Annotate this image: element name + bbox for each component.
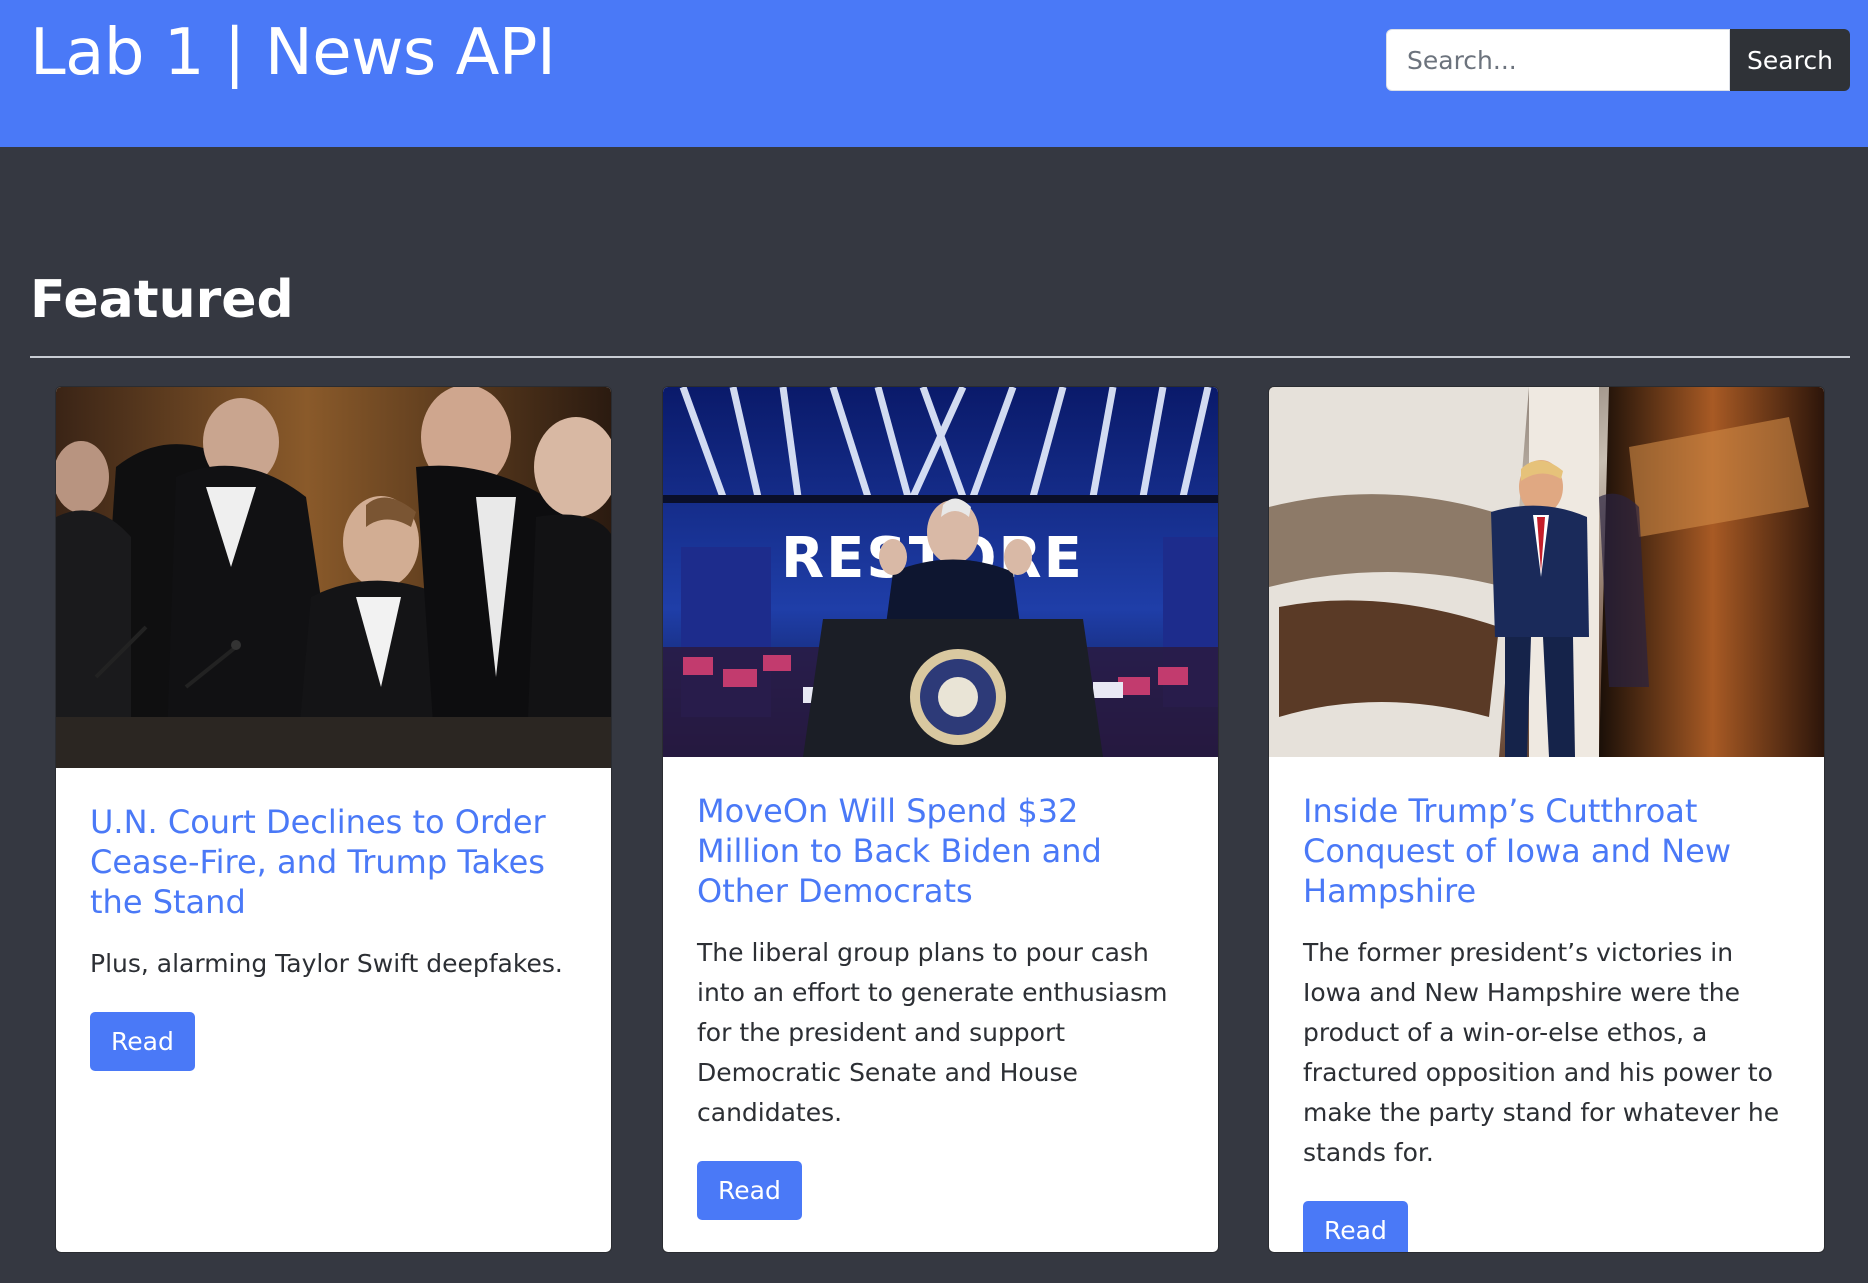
article-body: U.N. Court Declines to Order Cease-Fire,…	[56, 768, 611, 1071]
article-title[interactable]: Inside Trump’s Cutthroat Conquest of Iow…	[1303, 791, 1790, 911]
article-card: RESTORE MoveOn Will Spend $32 Million to…	[662, 386, 1219, 1253]
search-input[interactable]	[1386, 29, 1730, 91]
article-title[interactable]: MoveOn Will Spend $32 Million to Back Bi…	[697, 791, 1184, 911]
article-image-rally: RESTORE	[663, 387, 1218, 757]
read-button[interactable]: Read	[90, 1012, 195, 1071]
article-card: Inside Trump’s Cutthroat Conquest of Iow…	[1268, 386, 1825, 1253]
section-title: Featured	[30, 270, 294, 330]
article-body: Inside Trump’s Cutthroat Conquest of Iow…	[1269, 757, 1824, 1252]
article-description: The former president’s victories in Iowa…	[1303, 938, 1780, 1167]
search-button[interactable]: Search	[1730, 29, 1850, 91]
article-title[interactable]: U.N. Court Declines to Order Cease-Fire,…	[90, 802, 577, 922]
navbar: Lab 1 | News API Search	[0, 0, 1868, 147]
article-description: Plus, alarming Taylor Swift deepfakes.	[90, 949, 563, 978]
read-button[interactable]: Read	[697, 1161, 802, 1220]
article-image-court	[56, 387, 611, 768]
brand-title: Lab 1 | News API	[30, 16, 556, 90]
article-card: U.N. Court Declines to Order Cease-Fire,…	[55, 386, 612, 1253]
article-description: The liberal group plans to pour cash int…	[697, 938, 1168, 1127]
article-body: MoveOn Will Spend $32 Million to Back Bi…	[663, 757, 1218, 1220]
search-form: Search	[1386, 29, 1850, 91]
read-button[interactable]: Read	[1303, 1201, 1408, 1252]
article-image-plane	[1269, 387, 1824, 757]
section-divider	[30, 356, 1850, 358]
